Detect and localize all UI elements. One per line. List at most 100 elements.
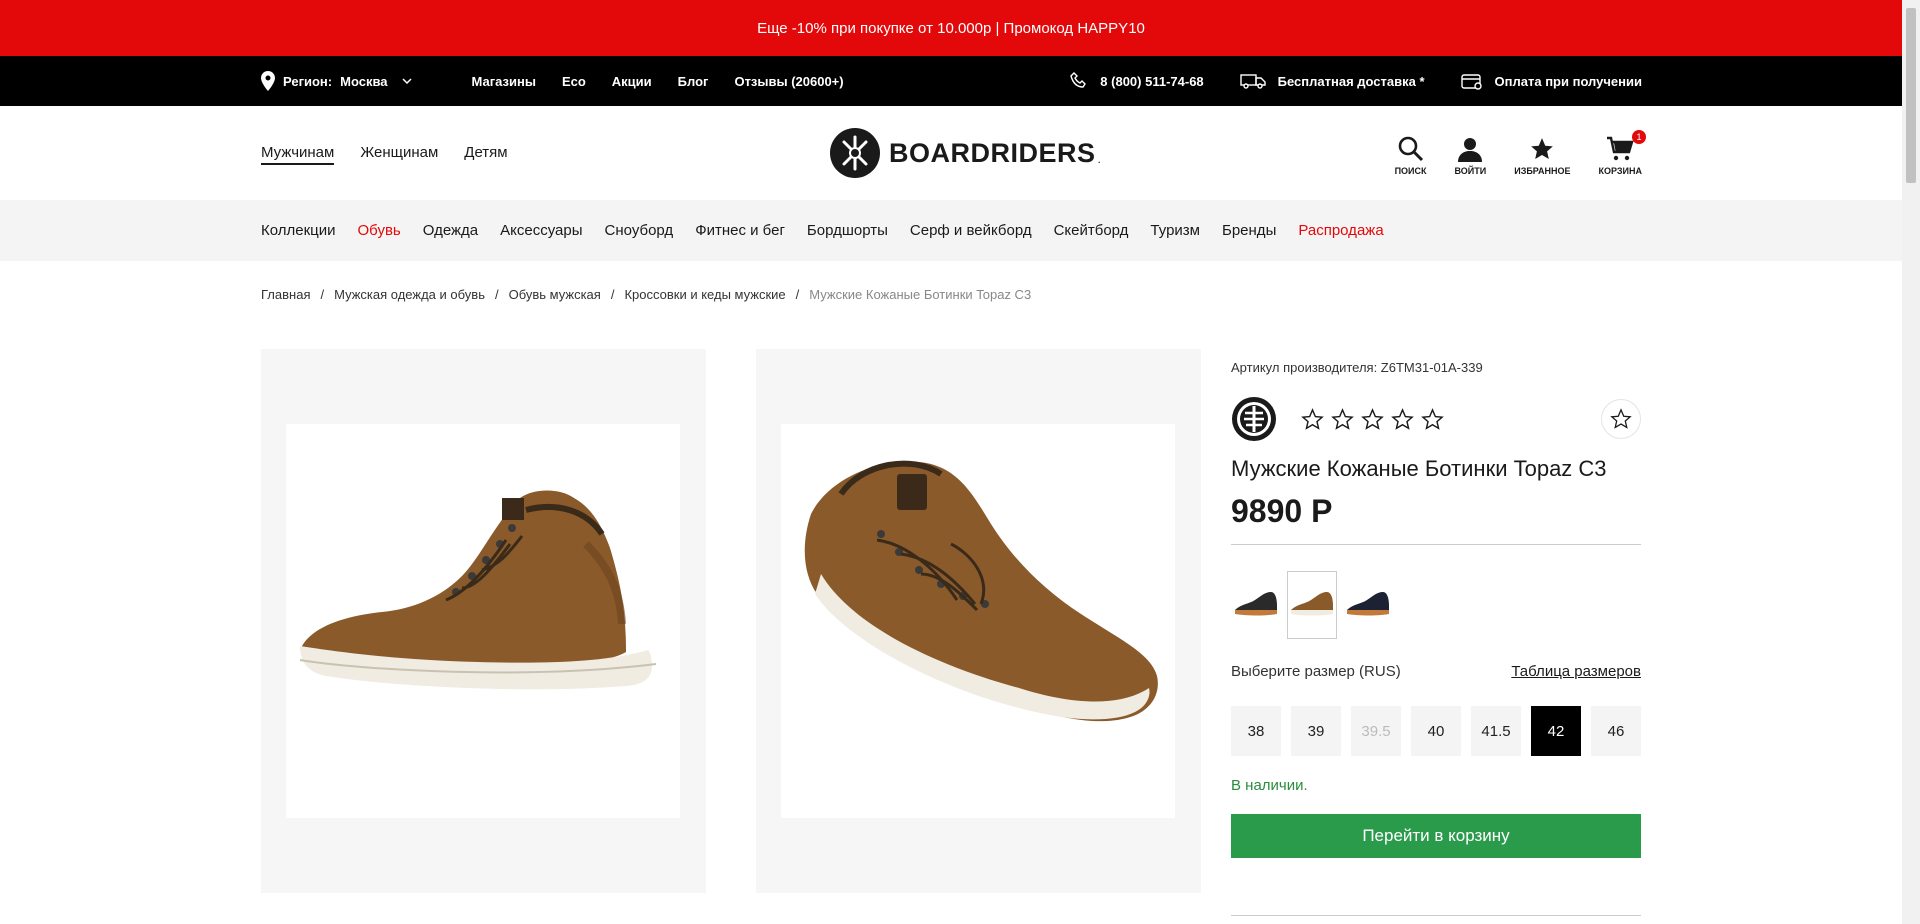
size-option-selected[interactable]: 42 (1531, 706, 1581, 756)
login-button[interactable]: войти (1454, 136, 1487, 176)
breadcrumb-home[interactable]: Главная (261, 287, 310, 302)
logo-wordmark: BOARDRIDERS (889, 137, 1096, 168)
phone-number: 8 (800) 511-74-68 (1100, 73, 1204, 89)
search-label: поиск (1394, 166, 1427, 176)
stock-status: В наличии. (1231, 777, 1308, 794)
category-footwear[interactable]: Обувь (358, 222, 401, 239)
phone-link[interactable]: 8 (800) 511-74-68 (1070, 72, 1204, 90)
logo-mark: . (1097, 152, 1101, 166)
gender-tab-kids[interactable]: Детям (464, 144, 507, 165)
breadcrumb-men-footwear[interactable]: Обувь мужская (509, 287, 601, 302)
breadcrumb-men[interactable]: Мужская одежда и обувь (334, 287, 485, 302)
location-pin-icon (261, 71, 275, 91)
breadcrumb-separator: / (795, 287, 800, 302)
shoe-side-image (299, 490, 657, 690)
product-info: Артикул производителя: Z6TM31-01A-339 Му… (1231, 360, 1641, 858)
cart-count-badge: 1 (1632, 130, 1646, 144)
color-swatch-black[interactable] (1231, 571, 1281, 639)
shoe-thumbnail-image (1235, 592, 1277, 616)
page-scrollbar[interactable] (1902, 0, 1920, 924)
user-icon (1458, 138, 1483, 162)
rating-stars[interactable] (1301, 407, 1444, 431)
category-accessories[interactable]: Аксессуары (500, 222, 582, 239)
toplink-promotions[interactable]: Акции (612, 74, 652, 89)
category-sale[interactable]: Распродажа (1298, 222, 1383, 239)
toplink-eco[interactable]: Eco (562, 74, 586, 89)
gender-tab-women[interactable]: Женщинам (360, 144, 438, 165)
star-outline-icon (1361, 407, 1384, 430)
top-bar: Регион: Москва Магазины Eco Акции Блог О… (0, 56, 1902, 106)
search-button[interactable]: поиск (1395, 136, 1427, 176)
wallet-icon (1460, 74, 1482, 90)
add-to-favorites-button[interactable] (1601, 399, 1641, 439)
star-outline-icon (1421, 407, 1444, 430)
product-sku: Артикул производителя: Z6TM31-01A-339 (1231, 360, 1483, 375)
divider (1231, 915, 1641, 916)
toplink-blog[interactable]: Блог (678, 74, 709, 89)
favorites-button[interactable]: избранное (1514, 136, 1571, 176)
size-label: Выберите размер (RUS) (1231, 663, 1401, 680)
gender-nav: Мужчинам Женщинам Детям (261, 144, 508, 165)
toplink-stores[interactable]: Магазины (472, 74, 536, 89)
size-option[interactable]: 46 (1591, 706, 1641, 756)
color-swatch-navy[interactable] (1343, 571, 1393, 639)
product-price: 9890 Р (1231, 493, 1641, 545)
category-surf[interactable]: Серф и вейкборд (910, 222, 1032, 239)
product-title: Мужские Кожаные Ботинки Topaz C3 (1231, 456, 1607, 481)
cart-label: корзина (1598, 166, 1642, 176)
star-outline-icon (1610, 408, 1632, 429)
size-option[interactable]: 39 (1291, 706, 1341, 756)
category-fitness[interactable]: Фитнес и бег (695, 222, 785, 239)
scrollbar-thumb[interactable] (1906, 8, 1916, 183)
color-swatch-brown[interactable] (1287, 571, 1337, 639)
category-snowboard[interactable]: Сноуборд (605, 222, 674, 239)
star-outline-icon (1391, 407, 1414, 430)
category-skateboard[interactable]: Скейтборд (1054, 222, 1129, 239)
chevron-down-icon (401, 78, 412, 84)
payment-text: Оплата при получении (1494, 73, 1642, 89)
region-value: Москва (340, 73, 388, 89)
region-selector[interactable]: Регион: Москва (261, 71, 412, 91)
category-boardshorts[interactable]: Бордшорты (807, 222, 888, 239)
promo-banner[interactable]: Еще -10% при покупке от 10.000р | Промок… (0, 0, 1902, 56)
product-photo-side[interactable] (261, 349, 706, 893)
main-header: Мужчинам Женщинам Детям BOARDRIDERS . по… (0, 106, 1902, 200)
category-nav: Коллекции Обувь Одежда Аксессуары Сноубо… (0, 200, 1902, 261)
product-photo-angle[interactable] (756, 349, 1201, 893)
size-option[interactable]: 38 (1231, 706, 1281, 756)
breadcrumb-separator: / (320, 287, 325, 302)
breadcrumb-current: Мужские Кожаные Ботинки Topaz C3 (809, 287, 1032, 302)
delivery-link[interactable]: Бесплатная доставка * (1239, 73, 1425, 89)
delivery-text: Бесплатная доставка * (1277, 73, 1425, 89)
category-clothing[interactable]: Одежда (423, 222, 478, 239)
search-icon (1398, 136, 1423, 162)
element-brand-logo-icon[interactable] (1231, 396, 1277, 442)
size-option[interactable]: 40 (1411, 706, 1461, 756)
region-label: Регион: (283, 73, 333, 89)
shoe-thumbnail-image (1347, 592, 1389, 616)
cart-button[interactable]: корзина 1 (1598, 130, 1646, 176)
login-label: войти (1454, 166, 1487, 176)
site-logo[interactable]: BOARDRIDERS . (829, 127, 1101, 179)
star-icon (1531, 138, 1554, 159)
promo-text: Еще -10% при покупке от 10.000р | Промок… (757, 19, 1145, 37)
payment-link[interactable]: Оплата при получении (1460, 72, 1642, 90)
gender-tab-men[interactable]: Мужчинам (261, 144, 335, 165)
category-tourism[interactable]: Туризм (1150, 222, 1200, 239)
category-brands[interactable]: Бренды (1222, 222, 1276, 239)
size-option[interactable]: 41.5 (1471, 706, 1521, 756)
size-option-unavailable: 39.5 (1351, 706, 1401, 756)
size-chart-link[interactable]: Таблица размеров (1511, 663, 1641, 680)
truck-icon (1239, 74, 1266, 89)
category-collections[interactable]: Коллекции (261, 222, 336, 239)
breadcrumb-separator: / (494, 287, 499, 302)
boardriders-logo-icon (830, 128, 880, 178)
go-to-cart-button[interactable]: Перейти в корзину (1231, 814, 1641, 858)
toplink-reviews[interactable]: Отзывы (20600+) (734, 74, 843, 89)
breadcrumb-sneakers[interactable]: Кроссовки и кеды мужские (624, 287, 785, 302)
star-outline-icon (1301, 407, 1324, 430)
breadcrumb-separator: / (610, 287, 615, 302)
breadcrumb: Главная / Мужская одежда и обувь / Обувь… (261, 287, 1031, 302)
shoe-angle-image (804, 460, 1158, 722)
star-outline-icon (1331, 407, 1354, 430)
